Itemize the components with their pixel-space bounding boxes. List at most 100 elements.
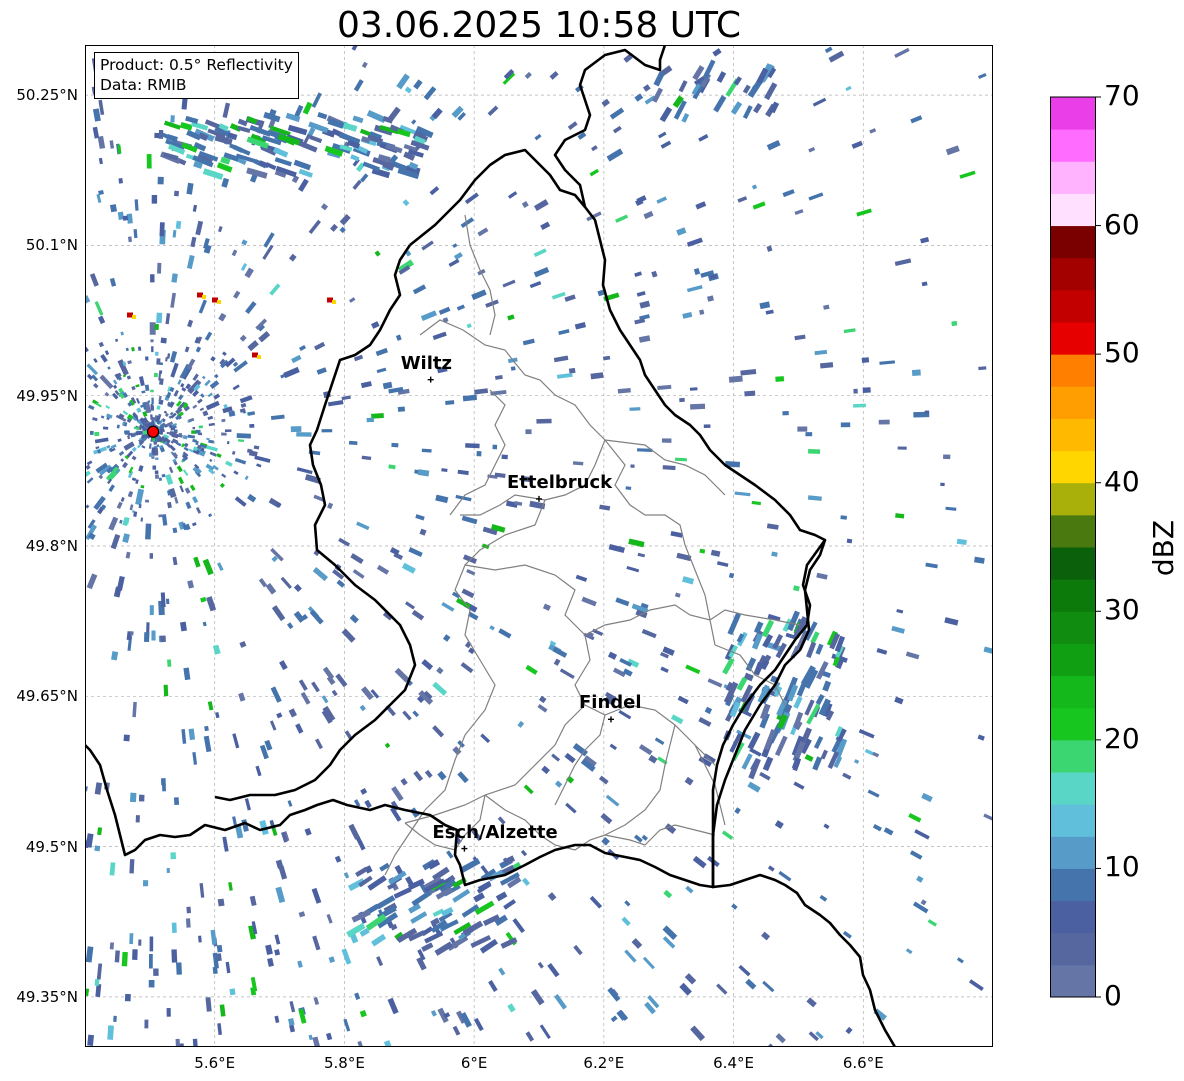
- echo-cell: [355, 866, 368, 878]
- colorbar-segment: [1050, 386, 1096, 419]
- echo-cell: [100, 415, 105, 419]
- echo-cell: [823, 304, 830, 310]
- echo-cell: [182, 435, 188, 440]
- echo-cell: [120, 497, 125, 502]
- echo-cell: [171, 949, 178, 963]
- echo-cell: [660, 140, 672, 149]
- echo-cell: [448, 258, 460, 268]
- echo-cell: [272, 146, 289, 158]
- echo-cell: [845, 1026, 853, 1035]
- echo-cell: [816, 572, 828, 580]
- echo-cell: [734, 807, 741, 815]
- echo-cell: [359, 173, 369, 183]
- echo-cell: [465, 443, 480, 449]
- echo-cell: [564, 294, 576, 302]
- echo-cell: [480, 733, 491, 744]
- echo-cell: [244, 798, 251, 811]
- canton-boundary: [604, 439, 716, 646]
- echo-cell: [153, 372, 158, 378]
- echo-cell: [133, 229, 138, 239]
- echo-cell: [271, 605, 286, 622]
- echo-cell: [158, 514, 163, 518]
- echo-cell: [274, 949, 281, 956]
- echo-cell: [707, 678, 723, 688]
- echo-cell: [808, 192, 824, 201]
- echo-cell: [656, 196, 668, 204]
- echo-cell: [226, 440, 230, 445]
- echo-cell: [183, 442, 189, 448]
- echo-cell: [247, 411, 256, 416]
- echo-cell: [767, 865, 775, 872]
- plot-frame: [85, 45, 993, 1047]
- echo-cell: [658, 131, 667, 139]
- colorbar-segment: [1050, 579, 1096, 612]
- echo-cell: [184, 346, 190, 353]
- reflectivity-echoes: [85, 45, 993, 1047]
- echo-cell: [421, 448, 432, 453]
- echo-cell: [232, 384, 240, 391]
- lon-tick-label: 5.6°E: [194, 1054, 236, 1072]
- echo-cell: [219, 482, 225, 488]
- echo-cell: [296, 432, 312, 437]
- echo-cell: [477, 227, 489, 237]
- echo-cell: [471, 289, 487, 301]
- echo-cell: [605, 794, 620, 807]
- echo-cell: [626, 566, 640, 573]
- colorbar-tick-label: 10: [1104, 850, 1140, 884]
- echo-cell: [138, 465, 144, 472]
- echo-cell: [639, 300, 651, 309]
- echo-cell: [350, 553, 364, 565]
- echo-cell: [589, 168, 600, 177]
- echo-cell: [424, 769, 433, 779]
- echo-cell: [609, 743, 618, 751]
- colorbar-segment: [1050, 97, 1096, 130]
- echo-cell: [675, 457, 687, 462]
- echo-cell: [489, 625, 495, 631]
- echo-cell: [356, 521, 370, 531]
- echo-cell: [820, 749, 828, 760]
- echo-cell: [636, 291, 646, 297]
- echo-cell: [753, 102, 763, 114]
- echo-cell: [808, 146, 816, 153]
- echo-cell: [412, 710, 420, 718]
- echo-cell: [364, 799, 372, 809]
- city-marker: [427, 376, 434, 383]
- echo-cell: [129, 859, 135, 874]
- echo-cell: [751, 633, 763, 650]
- echo-cell: [312, 935, 321, 951]
- echo-cell: [124, 993, 131, 1002]
- echo-cell: [123, 734, 130, 742]
- echo-cell: [122, 533, 130, 543]
- echo-cell: [170, 292, 176, 308]
- echo-cell: [212, 644, 221, 655]
- echo-cell: [207, 392, 213, 398]
- echo-cell: [129, 933, 134, 945]
- echo-cell: [608, 543, 625, 554]
- echo-cell: [845, 85, 852, 92]
- city-label: Ettelbruck: [507, 471, 613, 493]
- echo-cell: [180, 383, 185, 388]
- echo-cell: [137, 346, 142, 351]
- echo-cell: [388, 870, 407, 885]
- echo-cell: [178, 476, 184, 485]
- echo-cell: [290, 426, 302, 433]
- echo-cell: [119, 519, 123, 524]
- echo-cell: [679, 982, 692, 996]
- echo-cell: [202, 558, 214, 576]
- echo-cell: [374, 250, 381, 257]
- echo-cell: [239, 395, 253, 404]
- echo-cell: [224, 429, 232, 432]
- echo-cell: [360, 787, 368, 795]
- colorbar-segment: [1050, 322, 1096, 355]
- echo-cell: [172, 527, 178, 534]
- echo-cell: [653, 71, 665, 87]
- echo-cell: [402, 199, 410, 207]
- echo-cell: [317, 112, 328, 120]
- echo-cell: [175, 220, 182, 230]
- echo-cell: [473, 1017, 484, 1032]
- echo-cell: [279, 660, 288, 671]
- echo-cell: [219, 1004, 226, 1017]
- echo-cell: [529, 281, 542, 289]
- echo-cell: [891, 625, 905, 634]
- echo-cell: [287, 124, 308, 136]
